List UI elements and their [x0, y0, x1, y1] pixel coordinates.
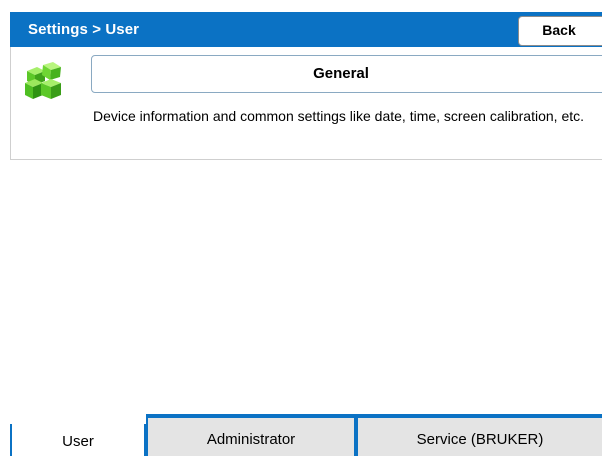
tab-administrator[interactable]: Administrator — [146, 414, 356, 456]
green-cubes-icon — [23, 61, 63, 101]
tab-bar: User Administrator Service (BRUKER) — [10, 414, 602, 456]
header-bar: Settings > User Back — [10, 12, 602, 47]
item-description: Device information and common settings l… — [93, 108, 585, 124]
tab-user[interactable]: User — [10, 424, 146, 456]
general-button[interactable]: General — [91, 55, 602, 93]
back-button[interactable]: Back — [518, 16, 602, 46]
breadcrumb: Settings > User — [28, 21, 140, 38]
tab-service-bruker[interactable]: Service (BRUKER) — [356, 414, 602, 456]
settings-item-general: General Device information and common se… — [10, 47, 602, 160]
settings-screen: Settings > User Back General Device info… — [0, 0, 602, 456]
